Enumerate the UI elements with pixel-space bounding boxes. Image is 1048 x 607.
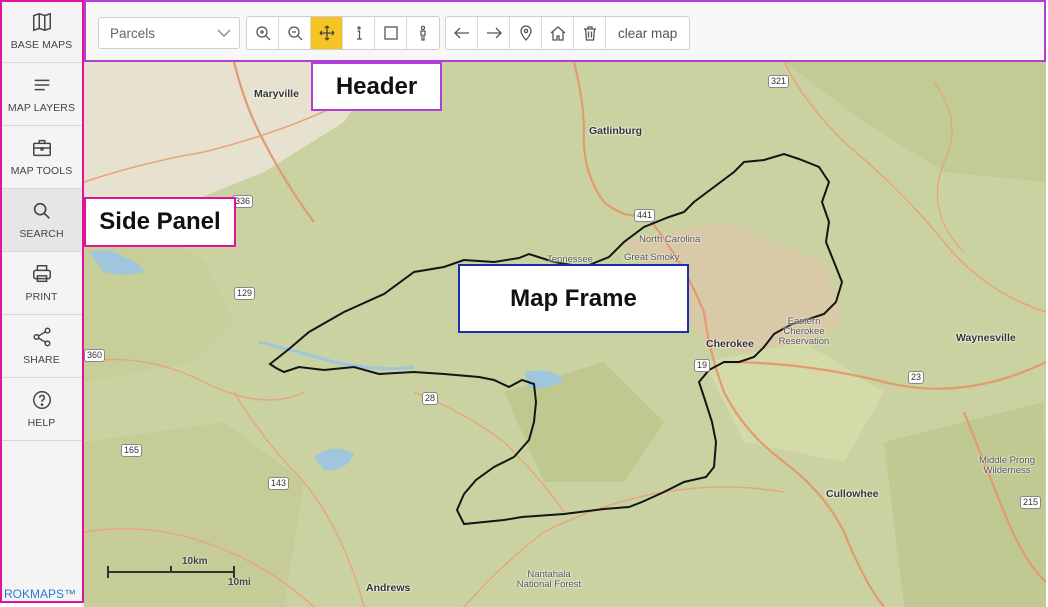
map-icon <box>32 12 51 32</box>
zoom-in-icon <box>255 26 270 41</box>
street-view-button[interactable] <box>407 17 439 49</box>
back-arrow-icon <box>453 27 469 39</box>
place-label: Andrews <box>366 582 411 594</box>
place-label: Eastern Cherokee Reservation <box>778 316 830 347</box>
delete-button[interactable] <box>574 17 606 49</box>
place-label: Cullowhee <box>826 488 879 500</box>
place-label: Cherokee <box>706 338 754 350</box>
route-shield: 165 <box>121 444 143 457</box>
place-label: Middle Prong Wilderness <box>979 455 1035 476</box>
nav-tools-group <box>246 16 440 50</box>
route-shield: 215 <box>1020 496 1042 509</box>
header-toolbar: Parcels clear map <box>84 0 1046 62</box>
sidebar-item-label: PRINT <box>25 291 58 303</box>
home-button[interactable] <box>542 17 574 49</box>
home-icon <box>550 26 565 41</box>
brand-logo-text[interactable]: ROKMAPS™ <box>4 587 76 601</box>
sidebar-item-help[interactable]: HELP <box>0 378 83 441</box>
chevron-down-icon <box>217 29 231 37</box>
clear-map-button[interactable]: clear map <box>606 17 689 49</box>
forward-button[interactable] <box>478 17 510 49</box>
sidebar-item-map-tools[interactable]: MAP TOOLS <box>0 126 83 189</box>
sidebar-item-label: SHARE <box>23 354 60 366</box>
zoom-out-button[interactable] <box>279 17 311 49</box>
sidebar-item-label: MAP LAYERS <box>7 102 76 114</box>
sidebar-item-label: HELP <box>27 417 56 429</box>
zoom-out-icon <box>287 26 302 41</box>
layer-select[interactable]: Parcels <box>98 17 240 49</box>
pan-icon <box>319 25 334 41</box>
search-icon <box>33 202 50 219</box>
zoom-in-button[interactable] <box>247 17 279 49</box>
place-label: Nantahala National Forest <box>516 569 582 590</box>
route-shield: 441 <box>634 209 656 222</box>
sidebar-item-print[interactable]: PRINT <box>0 252 83 315</box>
print-icon <box>32 265 51 283</box>
scale-km-label: 10km <box>182 556 208 567</box>
place-label: Waynesville <box>956 332 1016 344</box>
sidebar-item-label: SEARCH <box>19 228 64 240</box>
location-pin-icon <box>519 25 532 41</box>
route-shield: 360 <box>84 349 106 362</box>
trash-icon <box>583 26 596 41</box>
map-frame-annotation: Map Frame <box>458 264 689 333</box>
map-basemap <box>84 62 1046 607</box>
sidebar-item-share[interactable]: SHARE <box>0 315 83 378</box>
share-icon <box>32 327 51 347</box>
sidebar-item-search[interactable]: SEARCH <box>0 189 83 252</box>
toolbox-icon <box>32 139 51 157</box>
place-label: Great Smoky <box>624 252 680 263</box>
back-button[interactable] <box>446 17 478 49</box>
forward-arrow-icon <box>486 27 502 39</box>
scale-mi-label: 10mi <box>228 577 251 588</box>
side-panel-annotation: Side Panel <box>84 197 236 247</box>
select-box-button[interactable] <box>375 17 407 49</box>
route-shield: 143 <box>268 477 290 490</box>
identify-button[interactable] <box>343 17 375 49</box>
route-shield: 23 <box>908 371 925 384</box>
route-shield: 19 <box>694 359 711 372</box>
route-shield: 28 <box>422 392 439 405</box>
person-icon <box>420 25 426 41</box>
place-label: Gatlinburg <box>589 125 643 137</box>
identify-icon <box>356 26 362 40</box>
layers-icon <box>34 79 49 91</box>
sidebar-item-map-layers[interactable]: MAP LAYERS <box>0 63 83 126</box>
locate-button[interactable] <box>510 17 542 49</box>
map-frame[interactable]: Maryville Gatlinburg Tennessee North Car… <box>84 62 1046 607</box>
pan-button[interactable] <box>311 17 343 49</box>
history-tools-group: clear map <box>445 16 691 50</box>
header-annotation: Header <box>311 62 442 111</box>
place-label: North Carolina <box>639 234 701 245</box>
sidebar-item-base-maps[interactable]: BASE MAPS <box>0 0 83 63</box>
select-box-icon <box>383 26 398 40</box>
sidebar-item-label: BASE MAPS <box>10 39 73 51</box>
side-panel: BASE MAPS MAP LAYERS MAP TOOLS SEARCH PR… <box>0 0 84 603</box>
route-shield: 321 <box>768 75 790 88</box>
sidebar-item-label: MAP TOOLS <box>10 165 73 177</box>
help-icon <box>32 391 51 409</box>
route-shield: 129 <box>234 287 256 300</box>
layer-select-value: Parcels <box>110 25 156 41</box>
place-label: Maryville <box>254 88 299 100</box>
